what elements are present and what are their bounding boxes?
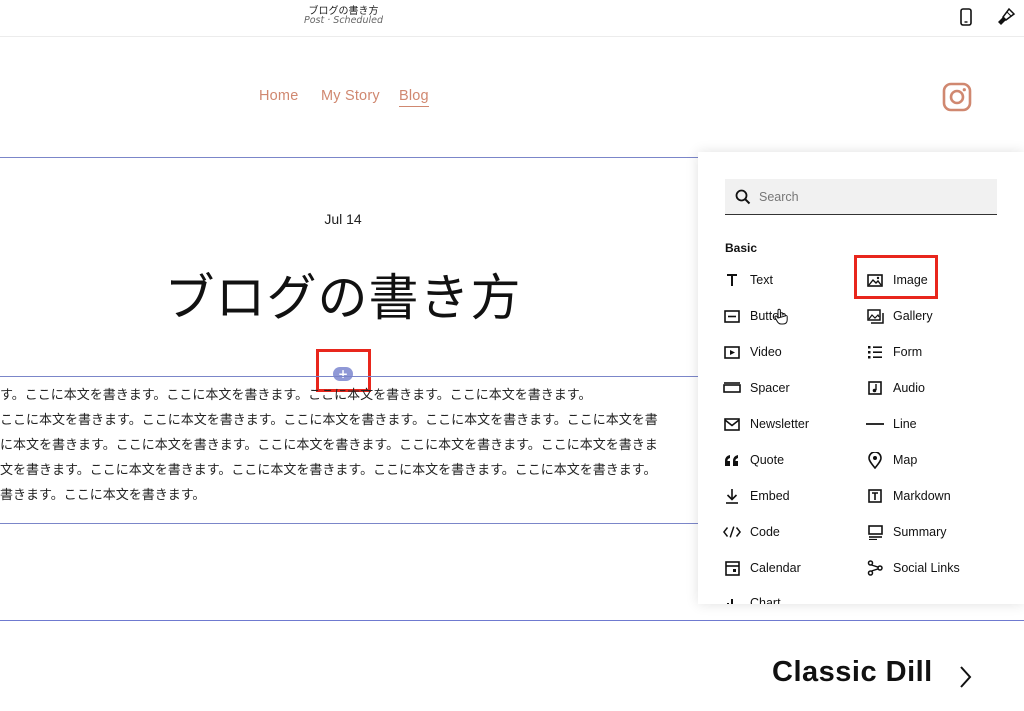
text-block-outline-bottom [0, 523, 700, 524]
post-body-text[interactable]: す。ここに本文を書きます。ここに本文を書きます。ここに本文を書きます。ここに本文… [0, 383, 698, 518]
social-links-icon [866, 559, 884, 577]
embed-icon [723, 487, 741, 505]
block-item-gallery[interactable]: Gallery [866, 305, 933, 327]
block-item-newsletter[interactable]: Newsletter [723, 413, 809, 435]
block-item-label: Image [893, 273, 928, 287]
block-item-label: Text [750, 273, 773, 287]
nav-link-home[interactable]: Home [259, 88, 298, 104]
code-icon [723, 523, 741, 541]
audio-icon [866, 379, 884, 397]
editor-topbar: ブログの書き方 Post · Scheduled [0, 0, 1024, 37]
block-item-label: Gallery [893, 309, 933, 323]
markdown-icon [866, 487, 884, 505]
block-item-quote[interactable]: Quote [723, 449, 784, 471]
body-line: に本文を書きます。ここに本文を書きます。ここに本文を書きます。ここに本文を書きま… [0, 438, 658, 453]
post-title[interactable]: ブログの書き方 [120, 258, 566, 330]
site-navigation: Home My Story Blog [0, 80, 1024, 116]
chart-icon [723, 594, 741, 604]
block-item-label: Markdown [893, 489, 951, 503]
block-item-code[interactable]: Code [723, 521, 780, 543]
post-date: Jul 14 [324, 211, 362, 227]
block-item-embed[interactable]: Embed [723, 485, 790, 507]
block-item-form[interactable]: Form [866, 341, 922, 363]
add-block-panel: Basic Text Button Video Spacer Newslette… [698, 152, 1024, 604]
body-line: 文を書きます。ここに本文を書きます。ここに本文を書きます。ここに本文を書きます。… [0, 463, 657, 478]
summary-icon [866, 523, 884, 541]
video-icon [723, 343, 741, 361]
page-status: Post · Scheduled [304, 15, 383, 26]
add-block-button[interactable]: + [333, 367, 353, 381]
block-item-summary[interactable]: Summary [866, 521, 946, 543]
calendar-icon [723, 559, 741, 577]
block-item-label: Form [893, 345, 923, 359]
quote-icon [723, 451, 741, 469]
search-input[interactable] [759, 187, 979, 207]
newsletter-icon [723, 415, 741, 433]
text-icon [723, 271, 741, 289]
block-item-label: Video [750, 345, 782, 359]
block-item-label: Summary [893, 525, 947, 539]
block-item-label: Quote [750, 453, 785, 467]
block-item-calendar[interactable]: Calendar [723, 557, 801, 579]
spacer-icon [723, 379, 741, 397]
body-line: す。ここに本文を書きます。ここに本文を書きます。ここに本文を書きます。ここに本文… [0, 388, 592, 403]
block-item-video[interactable]: Video [723, 341, 782, 363]
instagram-icon[interactable] [942, 82, 972, 112]
block-item-label: Social Links [893, 561, 960, 575]
section-outline-top [0, 157, 700, 158]
block-item-label: Chart [750, 596, 781, 604]
section-label-basic: Basic [725, 241, 758, 255]
nav-link-my-story[interactable]: My Story [321, 88, 380, 104]
block-item-label: Newsletter [750, 417, 810, 431]
block-search[interactable] [725, 179, 997, 215]
block-item-label: Spacer [750, 381, 790, 395]
mobile-phone-icon[interactable] [954, 5, 978, 29]
text-block-outline-top [0, 376, 700, 377]
block-item-spacer[interactable]: Spacer [723, 377, 790, 399]
hand-cursor-icon [774, 308, 788, 325]
button-icon [723, 307, 741, 325]
block-item-map[interactable]: Map [866, 449, 917, 471]
block-item-label: Map [893, 453, 918, 467]
block-item-label: Embed [750, 489, 790, 503]
block-item-social-links[interactable]: Social Links [866, 557, 960, 579]
form-icon [866, 343, 884, 361]
block-item-audio[interactable]: Audio [866, 377, 925, 399]
block-item-label: Calendar [750, 561, 801, 575]
body-line: ここに本文を書きます。ここに本文を書きます。ここに本文を書きます。ここに本文を書… [0, 413, 658, 428]
block-item-line[interactable]: Line [866, 413, 917, 435]
image-icon [866, 271, 884, 289]
next-post-title[interactable]: Classic Dill [772, 656, 933, 689]
body-line: 書きます。ここに本文を書きます。 [0, 488, 206, 503]
search-icon [735, 189, 751, 205]
nav-link-blog[interactable]: Blog [399, 88, 429, 107]
paintbrush-icon[interactable] [994, 5, 1018, 29]
section-outline-bottom [0, 620, 1024, 621]
block-item-label: Line [893, 417, 917, 431]
map-pin-icon [866, 451, 884, 469]
chevron-right-icon[interactable] [958, 664, 972, 690]
block-item-label: Audio [893, 381, 925, 395]
block-item-image[interactable]: Image [866, 269, 928, 291]
gallery-icon [866, 307, 884, 325]
line-icon [866, 415, 884, 433]
block-item-markdown[interactable]: Markdown [866, 485, 951, 507]
block-item-chart[interactable]: Chart [723, 592, 781, 604]
block-item-label: Code [750, 525, 780, 539]
block-item-text[interactable]: Text [723, 269, 773, 291]
